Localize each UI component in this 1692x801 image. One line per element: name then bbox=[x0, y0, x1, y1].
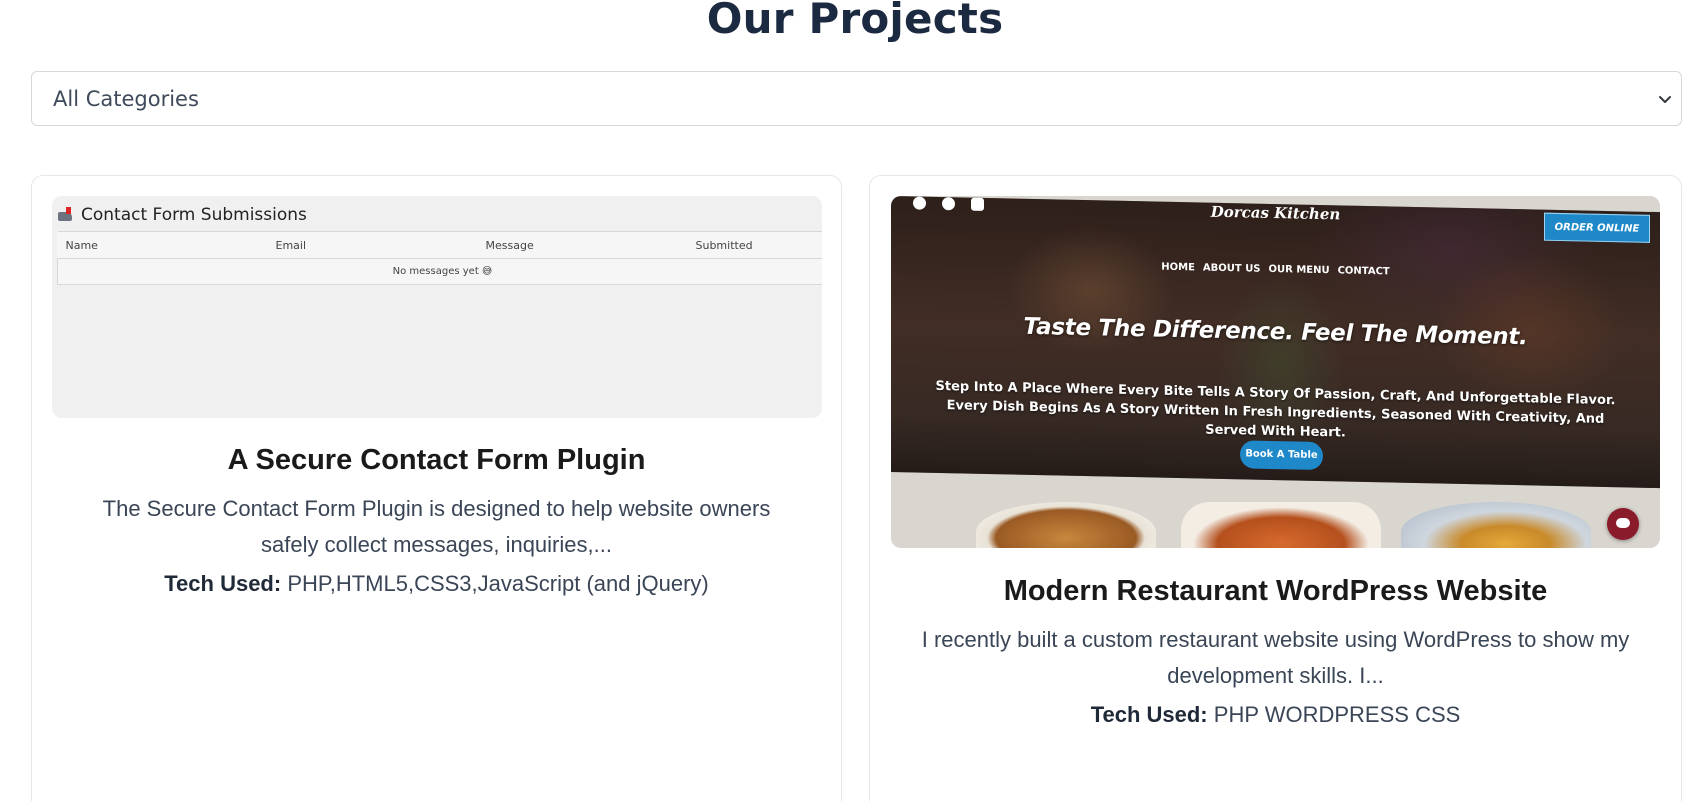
food-images bbox=[891, 502, 1660, 548]
tech-used-value: PHP,HTML5,CSS3,JavaScript (and jQuery) bbox=[287, 571, 709, 596]
project-card[interactable]: Contact Form Submissions Name Email Mess… bbox=[31, 175, 842, 801]
nav-item: CONTACT bbox=[1337, 265, 1390, 278]
submissions-table: Name Email Message Submitted No messages… bbox=[57, 231, 822, 285]
hero-image: Dorcas Kitchen ORDER ONLINE HOME ABOUT U… bbox=[891, 196, 1660, 489]
project-title[interactable]: A Secure Contact Form Plugin bbox=[32, 444, 841, 477]
project-thumbnail[interactable]: Dorcas Kitchen ORDER ONLINE HOME ABOUT U… bbox=[891, 196, 1660, 548]
tech-used-label: Tech Used: bbox=[164, 571, 282, 596]
page-title: Our Projects bbox=[706, 0, 1004, 43]
project-description: The Secure Contact Form Plugin is design… bbox=[102, 496, 771, 557]
food-plate bbox=[1401, 502, 1591, 548]
empty-state: No messages yet 😅 bbox=[57, 258, 822, 285]
chevron-down-icon bbox=[1659, 96, 1671, 103]
tech-used-label: Tech Used: bbox=[1090, 702, 1208, 727]
table-header: Submitted bbox=[687, 231, 822, 259]
tech-used: Tech Used: PHP WORDPRESS CSS bbox=[870, 702, 1681, 728]
project-card[interactable]: Dorcas Kitchen ORDER ONLINE HOME ABOUT U… bbox=[869, 175, 1682, 801]
table-header: Message bbox=[477, 231, 688, 259]
tech-used: Tech Used: PHP,HTML5,CSS3,JavaScript (an… bbox=[32, 571, 841, 597]
category-select[interactable]: All Categories bbox=[31, 71, 1682, 126]
nav-item: OUR MENU bbox=[1268, 263, 1330, 277]
project-description: I recently built a custom restaurant web… bbox=[921, 627, 1630, 688]
chat-icon bbox=[1607, 508, 1639, 540]
food-plate bbox=[976, 502, 1156, 548]
tech-used-value: PHP WORDPRESS CSS bbox=[1213, 702, 1461, 727]
nav-item: ABOUT US bbox=[1202, 262, 1261, 275]
thumbnail-heading: Contact Form Submissions bbox=[58, 205, 307, 225]
order-online-button: ORDER ONLINE bbox=[1544, 212, 1650, 243]
table-header: Name bbox=[57, 231, 268, 259]
category-select-value: All Categories bbox=[53, 87, 199, 111]
project-thumbnail[interactable]: Contact Form Submissions Name Email Mess… bbox=[52, 196, 822, 418]
mailbox-icon bbox=[58, 207, 75, 223]
food-plate bbox=[1181, 502, 1381, 548]
book-table-button: Book A Table bbox=[1240, 440, 1323, 471]
nav-item: HOME bbox=[1161, 261, 1195, 274]
table-header: Email bbox=[267, 231, 478, 259]
project-title[interactable]: Modern Restaurant WordPress Website bbox=[870, 575, 1681, 608]
